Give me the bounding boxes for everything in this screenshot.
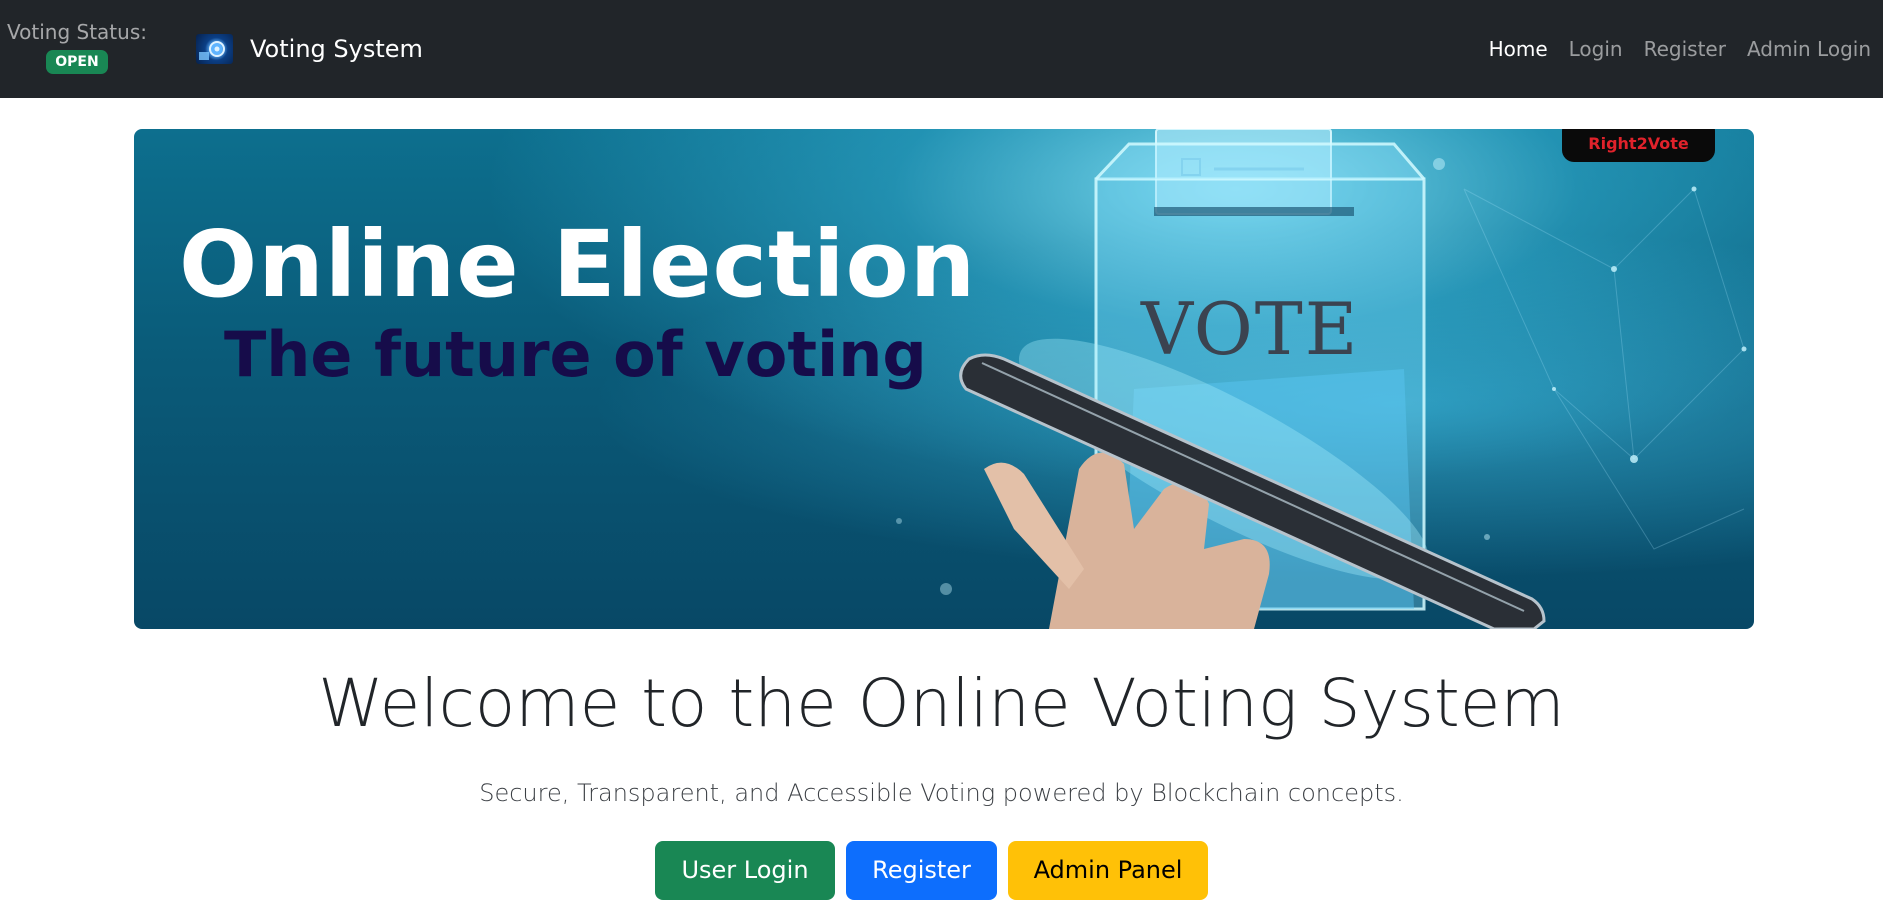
- page-lead-text: Secure, Transparent, and Accessible Voti…: [479, 779, 1404, 807]
- user-login-button[interactable]: User Login: [655, 841, 835, 900]
- right2vote-logo-badge: Right2Vote: [1562, 129, 1715, 162]
- voting-status: Voting Status: OPEN: [6, 20, 148, 74]
- voting-status-label: Voting Status:: [7, 20, 147, 44]
- nav-link-login[interactable]: Login: [1569, 34, 1623, 64]
- top-navbar: Voting Status: OPEN Voting System Home L…: [0, 0, 1883, 98]
- action-buttons: User Login Register Admin Panel: [0, 841, 1883, 900]
- voting-status-badge: OPEN: [46, 50, 108, 74]
- hero-banner-image: Online Election The future of voting VOT…: [134, 129, 1754, 629]
- nav-link-register[interactable]: Register: [1644, 34, 1726, 64]
- register-button[interactable]: Register: [846, 841, 997, 900]
- admin-panel-button[interactable]: Admin Panel: [1008, 841, 1208, 900]
- ballot-box-text: VOTE: [1141, 287, 1360, 371]
- brand-name: Voting System: [250, 35, 423, 63]
- banner-headline: Online Election: [179, 211, 977, 318]
- page-title: Welcome to the Online Voting System: [318, 665, 1565, 742]
- brand-link[interactable]: Voting System: [196, 29, 423, 69]
- nav-links: Home Login Register Admin Login: [1468, 34, 1871, 64]
- banner-subheadline: The future of voting: [224, 318, 927, 391]
- ballot-globe-logo-icon: [196, 34, 233, 64]
- nav-link-admin-login[interactable]: Admin Login: [1747, 34, 1871, 64]
- nav-link-home[interactable]: Home: [1489, 34, 1548, 64]
